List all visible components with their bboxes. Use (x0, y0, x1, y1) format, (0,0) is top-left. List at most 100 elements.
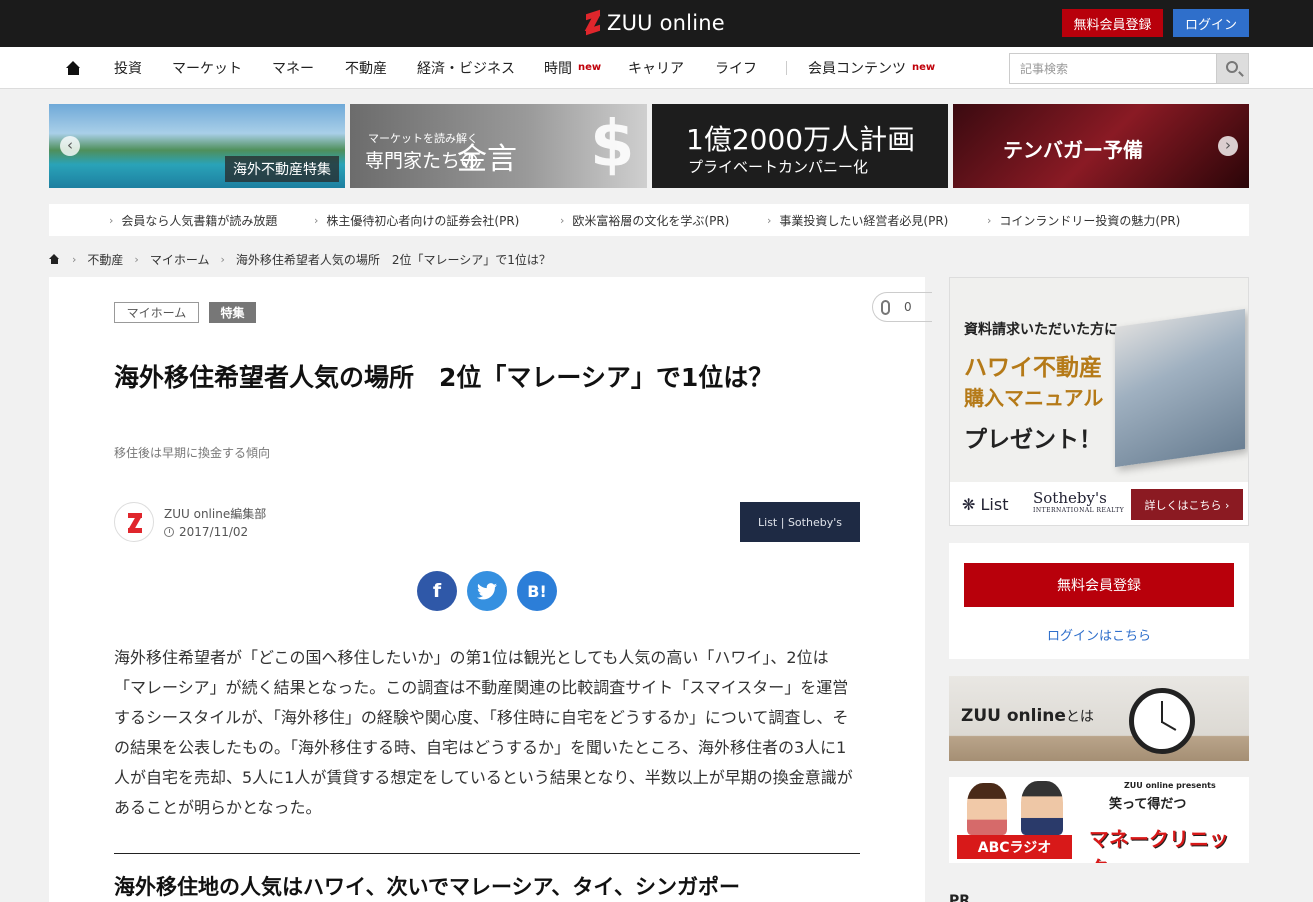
breadcrumb-item[interactable]: マイホーム (150, 251, 210, 268)
category-tag[interactable]: マイホーム (114, 302, 199, 323)
twitter-share-button[interactable] (467, 571, 507, 611)
pr-link[interactable]: › 事業投資したい経営者必見(PR) (767, 204, 948, 236)
nav-label: キャリア (628, 60, 684, 77)
facebook-share-button[interactable]: f (417, 571, 457, 611)
article-date: 2017/11/02 (164, 525, 248, 539)
author-avatar[interactable] (114, 502, 154, 542)
pr-link-label: 欧米富裕層の文化を学ぶ(PR) (572, 213, 730, 228)
host-photo (967, 783, 1007, 835)
sidebar-next-heading: PR (949, 893, 971, 902)
banner-tenbagger[interactable]: テンバガー予備 (953, 104, 1249, 188)
logo-text: ZUU online (607, 11, 725, 35)
nav-label: 不動産 (345, 60, 387, 77)
banner-label: テンバガー予備 (1003, 138, 1143, 162)
nav-label: ライフ (715, 60, 757, 77)
pr-link[interactable]: › 欧米富裕層の文化を学ぶ(PR) (560, 204, 729, 236)
top-bar: ZUU online 無料会員登録 ログイン (0, 0, 1313, 47)
banner-next-button[interactable]: › (1218, 136, 1238, 156)
pr-link-label: コインランドリー投資の魅力(PR) (999, 213, 1181, 228)
author-name[interactable]: ZUU online編集部 (164, 505, 266, 522)
about-text: ZUU onlineとは (961, 706, 1094, 726)
section-divider (114, 853, 860, 854)
banner-private-company[interactable]: 1億2000万人計画 プライベートカンパニー化 (652, 104, 948, 188)
article-title: 海外移住希望者人気の場所 2位「マレーシア」で1位は？ (114, 363, 774, 392)
banner-label: 金言 (457, 142, 517, 177)
chevron-right-icon: › (134, 252, 139, 266)
ad-more-button[interactable]: 詳しくはこちら › (1131, 489, 1243, 520)
clip-button[interactable]: 0 (872, 292, 932, 322)
facebook-icon: f (432, 580, 442, 602)
feature-tag[interactable]: 特集 (209, 302, 256, 323)
nav-label: マーケット (172, 60, 242, 77)
pr-link[interactable]: › 会員なら人気書籍が読み放題 (109, 204, 277, 236)
about-zuu-banner[interactable]: ZUU onlineとは (949, 676, 1249, 761)
banner-label: プライベートカンパニー化 (688, 158, 869, 176)
site-logo[interactable]: ZUU online (584, 9, 725, 37)
article-subtitle: 移住後は早期に換金する傾向 (114, 446, 271, 460)
pr-link[interactable]: › コインランドリー投資の魅力(PR) (987, 204, 1180, 236)
new-badge: new (578, 62, 602, 73)
nav-item-realestate[interactable]: 不動産 (345, 47, 387, 88)
nav-home[interactable] (66, 47, 81, 88)
alarm-clock-icon (1129, 688, 1195, 754)
nav-item-career[interactable]: キャリア (628, 47, 684, 88)
clock-icon (164, 527, 174, 537)
pr-link-label: 株主優待初心者向けの証券会社(PR) (326, 213, 520, 228)
register-button[interactable]: 無料会員登録 (1062, 9, 1163, 37)
date-text: 2017/11/02 (179, 525, 249, 539)
chevron-right-icon: › (987, 213, 992, 227)
article: マイホーム 特集 0 海外移住希望者人気の場所 2位「マレーシア」で1位は？ 移… (49, 277, 932, 902)
sidebar-login-link[interactable]: ログインはこちら (949, 625, 1249, 644)
login-button[interactable]: ログイン (1173, 9, 1249, 37)
list-logo: ❋ List (962, 495, 1009, 514)
money-clinic-banner[interactable]: ABCラジオ ZUU online presents 笑って得だつ マネークリニ… (949, 777, 1249, 863)
nav-item-economy[interactable]: 経済・ビジネス (417, 47, 515, 88)
home-icon[interactable] (49, 254, 60, 264)
breadcrumb-item[interactable]: 不動産 (87, 251, 123, 268)
radio-title: マネークリニック (1089, 827, 1229, 863)
chevron-right-icon: › (767, 213, 772, 227)
host-photo (1021, 781, 1063, 835)
radio-subtitle: 笑って得だつ (1109, 797, 1187, 812)
twitter-icon (477, 582, 497, 599)
chevron-right-icon: › (72, 252, 77, 266)
nav-label: 時間 (544, 60, 572, 77)
chevron-right-icon: › (560, 213, 565, 227)
search-input[interactable]: 記事検索 (1009, 53, 1217, 84)
pr-link[interactable]: › 株主優待初心者向けの証券会社(PR) (314, 204, 519, 236)
nav-label: 投資 (114, 60, 142, 77)
banner-overseas-realestate[interactable]: 海外不動産特集 (49, 104, 345, 188)
sidebar-register-button[interactable]: 無料会員登録 (964, 563, 1234, 607)
sidebar-ad-hawaii[interactable]: 資料請求いただいた方に ハワイ不動産 購入マニュアル プレゼント！ ❋ List… (949, 277, 1249, 526)
chevron-right-icon: › (220, 252, 225, 266)
new-badge: new (912, 62, 936, 73)
nav-item-invest[interactable]: 投資 (114, 47, 142, 88)
brochure-image (1115, 308, 1245, 468)
banner-prev-button[interactable]: ‹ (60, 136, 80, 156)
nav-item-market[interactable]: マーケット (172, 47, 242, 88)
nav-item-life[interactable]: ライフ (715, 47, 757, 88)
nav-label: マネー (272, 60, 314, 77)
section-heading: 海外移住地の人気はハワイ、次いでマレーシア、タイ、シンガポー (114, 875, 741, 899)
register-card: 無料会員登録 ログインはこちら (949, 543, 1249, 659)
nav-item-time[interactable]: 時間 new (544, 47, 601, 88)
dollar-icon: $ (590, 108, 635, 182)
article-body: 海外移住希望者が「どこの国へ移住したいか」の第1位は観光としても人気の高い「ハワ… (114, 648, 853, 817)
nav-label: 経済・ビジネス (417, 60, 515, 77)
pr-links-bar: › 会員なら人気書籍が読み放題 › 株主優待初心者向けの証券会社(PR) › 欧米富裕… (49, 204, 1249, 236)
pr-link-label: 会員なら人気書籍が読み放題 (121, 213, 278, 228)
banner-label: 海外不動産特集 (225, 156, 339, 182)
radio-brand: ZUU online presents (1124, 781, 1216, 790)
banner-expert-quotes[interactable]: マーケットを読み解く 専門家たちの 金言 $ (350, 104, 647, 188)
sponsor-logo[interactable]: List | Sotheby's (740, 502, 860, 542)
breadcrumb-current: 海外移住希望者人気の場所 2位「マレーシア」で1位は？ (235, 252, 551, 267)
search-button[interactable] (1216, 53, 1249, 84)
ad-text: ハワイ不動産 (964, 355, 1102, 381)
home-icon (66, 60, 81, 75)
abc-radio-logo: ABCラジオ (957, 835, 1072, 859)
ad-text: プレゼント！ (964, 427, 1102, 453)
nav-item-money[interactable]: マネー (272, 47, 314, 88)
hatena-share-button[interactable]: B! (517, 571, 557, 611)
ad-text: 購入マニュアル (964, 386, 1104, 410)
nav-item-member[interactable]: 会員コンテンツ new (808, 47, 935, 88)
